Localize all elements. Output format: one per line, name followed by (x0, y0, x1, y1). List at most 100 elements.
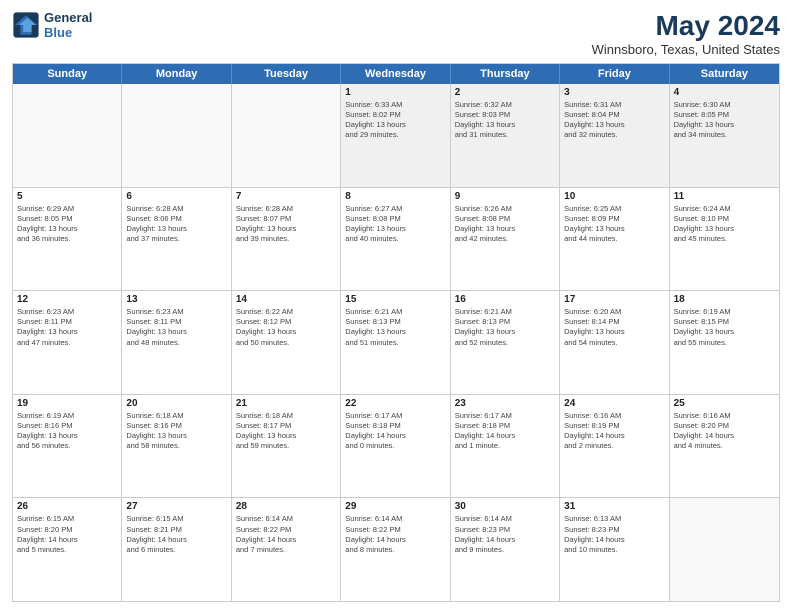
cell-info: Sunrise: 6:17 AM Sunset: 8:18 PM Dayligh… (345, 411, 445, 452)
calendar-cell: 17Sunrise: 6:20 AM Sunset: 8:14 PM Dayli… (560, 291, 669, 394)
day-number: 27 (126, 501, 226, 512)
calendar-cell: 21 Sunrise: 6:18 AM Sunset: 8:17 PM Dayli… (232, 395, 341, 498)
day-number: 29 (345, 501, 445, 512)
calendar-cell: 24 Sunrise: 6:16 AM Sunset: 8:19 PM Dayli… (560, 395, 669, 498)
subtitle: Winnsboro, Texas, United States (592, 42, 780, 57)
cell-info: Sunrise: 6:22 AM Sunset: 8:12 PM Dayligh… (236, 307, 336, 348)
main-title: May 2024 (592, 10, 780, 42)
cell-info: Sunrise: 6:33 AM Sunset: 8:02 PM Dayligh… (345, 100, 445, 141)
cell-info: Sunrise: 6:16 AM Sunset: 8:19 PM Dayligh… (564, 411, 664, 452)
cell-info: Sunrise: 6:19 AM Sunset: 8:16 PM Dayligh… (17, 411, 117, 452)
cell-info: Sunrise: 6:18 AM Sunset: 8:16 PM Dayligh… (126, 411, 226, 452)
header-day-thursday: Thursday (451, 64, 560, 84)
day-number: 18 (674, 294, 775, 305)
calendar-cell: 14 Sunrise: 6:22 AM Sunset: 8:12 PM Dayli… (232, 291, 341, 394)
cell-info: Sunrise: 6:30 AM Sunset: 8:05 PM Dayligh… (674, 100, 775, 141)
day-number: 21 (236, 398, 336, 409)
calendar-cell (232, 84, 341, 187)
calendar-cell: 30 Sunrise: 6:14 AM Sunset: 8:23 PM Dayli… (451, 498, 560, 601)
calendar-row-4: 19 Sunrise: 6:19 AM Sunset: 8:16 PM Dayli… (13, 395, 779, 499)
calendar-row-2: 5Sunrise: 6:29 AM Sunset: 8:05 PM Daylig… (13, 188, 779, 292)
day-number: 2 (455, 87, 555, 98)
logo-text: General Blue (44, 10, 92, 40)
cell-info: Sunrise: 6:23 AM Sunset: 8:11 PM Dayligh… (17, 307, 117, 348)
day-number: 6 (126, 191, 226, 202)
day-number: 19 (17, 398, 117, 409)
cell-info: Sunrise: 6:28 AM Sunset: 8:07 PM Dayligh… (236, 204, 336, 245)
day-number: 26 (17, 501, 117, 512)
cell-info: Sunrise: 6:14 AM Sunset: 8:23 PM Dayligh… (455, 514, 555, 555)
calendar-cell (122, 84, 231, 187)
calendar-cell: 19 Sunrise: 6:19 AM Sunset: 8:16 PM Dayli… (13, 395, 122, 498)
calendar-cell: 6 Sunrise: 6:28 AM Sunset: 8:06 PM Daylig… (122, 188, 231, 291)
cell-info: Sunrise: 6:21 AM Sunset: 8:13 PM Dayligh… (455, 307, 555, 348)
calendar-cell (13, 84, 122, 187)
calendar-cell: 15 Sunrise: 6:21 AM Sunset: 8:13 PM Dayli… (341, 291, 450, 394)
day-number: 22 (345, 398, 445, 409)
cell-info: Sunrise: 6:25 AM Sunset: 8:09 PM Dayligh… (564, 204, 664, 245)
day-number: 1 (345, 87, 445, 98)
day-number: 4 (674, 87, 775, 98)
header-day-monday: Monday (122, 64, 231, 84)
calendar-cell: 12 Sunrise: 6:23 AM Sunset: 8:11 PM Dayli… (13, 291, 122, 394)
calendar-cell (670, 498, 779, 601)
calendar-row-5: 26 Sunrise: 6:15 AM Sunset: 8:20 PM Dayli… (13, 498, 779, 601)
header-day-tuesday: Tuesday (232, 64, 341, 84)
calendar-cell: 18Sunrise: 6:19 AM Sunset: 8:15 PM Dayli… (670, 291, 779, 394)
calendar-cell: 7 Sunrise: 6:28 AM Sunset: 8:07 PM Daylig… (232, 188, 341, 291)
calendar-cell: 27Sunrise: 6:15 AM Sunset: 8:21 PM Dayli… (122, 498, 231, 601)
cell-info: Sunrise: 6:21 AM Sunset: 8:13 PM Dayligh… (345, 307, 445, 348)
calendar-cell: 31Sunrise: 6:13 AM Sunset: 8:23 PM Dayli… (560, 498, 669, 601)
cell-info: Sunrise: 6:18 AM Sunset: 8:17 PM Dayligh… (236, 411, 336, 452)
day-number: 8 (345, 191, 445, 202)
cell-info: Sunrise: 6:15 AM Sunset: 8:20 PM Dayligh… (17, 514, 117, 555)
cell-info: Sunrise: 6:20 AM Sunset: 8:14 PM Dayligh… (564, 307, 664, 348)
header: General Blue May 2024 Winnsboro, Texas, … (12, 10, 780, 57)
calendar-header: SundayMondayTuesdayWednesdayThursdayFrid… (13, 64, 779, 84)
cell-info: Sunrise: 6:29 AM Sunset: 8:05 PM Dayligh… (17, 204, 117, 245)
day-number: 12 (17, 294, 117, 305)
calendar-cell: 11Sunrise: 6:24 AM Sunset: 8:10 PM Dayli… (670, 188, 779, 291)
logo: General Blue (12, 10, 92, 40)
calendar-cell: 10Sunrise: 6:25 AM Sunset: 8:09 PM Dayli… (560, 188, 669, 291)
calendar-cell: 5Sunrise: 6:29 AM Sunset: 8:05 PM Daylig… (13, 188, 122, 291)
logo-icon (12, 11, 40, 39)
cell-info: Sunrise: 6:24 AM Sunset: 8:10 PM Dayligh… (674, 204, 775, 245)
header-day-sunday: Sunday (13, 64, 122, 84)
header-day-friday: Friday (560, 64, 669, 84)
calendar-cell: 28Sunrise: 6:14 AM Sunset: 8:22 PM Dayli… (232, 498, 341, 601)
calendar-body: 1 Sunrise: 6:33 AM Sunset: 8:02 PM Daylig… (13, 84, 779, 601)
calendar-cell: 16 Sunrise: 6:21 AM Sunset: 8:13 PM Dayli… (451, 291, 560, 394)
calendar-cell: 22 Sunrise: 6:17 AM Sunset: 8:18 PM Dayli… (341, 395, 450, 498)
day-number: 20 (126, 398, 226, 409)
page: General Blue May 2024 Winnsboro, Texas, … (0, 0, 792, 612)
calendar-cell: 13 Sunrise: 6:23 AM Sunset: 8:11 PM Dayli… (122, 291, 231, 394)
calendar-row-3: 12 Sunrise: 6:23 AM Sunset: 8:11 PM Dayli… (13, 291, 779, 395)
calendar-cell: 26 Sunrise: 6:15 AM Sunset: 8:20 PM Dayli… (13, 498, 122, 601)
day-number: 13 (126, 294, 226, 305)
title-section: May 2024 Winnsboro, Texas, United States (592, 10, 780, 57)
day-number: 15 (345, 294, 445, 305)
cell-info: Sunrise: 6:28 AM Sunset: 8:06 PM Dayligh… (126, 204, 226, 245)
calendar-cell: 2 Sunrise: 6:32 AM Sunset: 8:03 PM Daylig… (451, 84, 560, 187)
calendar-cell: 23Sunrise: 6:17 AM Sunset: 8:18 PM Dayli… (451, 395, 560, 498)
calendar-cell: 4 Sunrise: 6:30 AM Sunset: 8:05 PM Daylig… (670, 84, 779, 187)
day-number: 7 (236, 191, 336, 202)
calendar-cell: 1 Sunrise: 6:33 AM Sunset: 8:02 PM Daylig… (341, 84, 450, 187)
calendar-cell: 9Sunrise: 6:26 AM Sunset: 8:08 PM Daylig… (451, 188, 560, 291)
cell-info: Sunrise: 6:23 AM Sunset: 8:11 PM Dayligh… (126, 307, 226, 348)
cell-info: Sunrise: 6:16 AM Sunset: 8:20 PM Dayligh… (674, 411, 775, 452)
day-number: 16 (455, 294, 555, 305)
cell-info: Sunrise: 6:32 AM Sunset: 8:03 PM Dayligh… (455, 100, 555, 141)
day-number: 30 (455, 501, 555, 512)
calendar-cell: 25 Sunrise: 6:16 AM Sunset: 8:20 PM Dayli… (670, 395, 779, 498)
calendar-cell: 29 Sunrise: 6:14 AM Sunset: 8:22 PM Dayli… (341, 498, 450, 601)
day-number: 14 (236, 294, 336, 305)
cell-info: Sunrise: 6:13 AM Sunset: 8:23 PM Dayligh… (564, 514, 664, 555)
day-number: 3 (564, 87, 664, 98)
cell-info: Sunrise: 6:14 AM Sunset: 8:22 PM Dayligh… (236, 514, 336, 555)
cell-info: Sunrise: 6:14 AM Sunset: 8:22 PM Dayligh… (345, 514, 445, 555)
day-number: 25 (674, 398, 775, 409)
header-day-saturday: Saturday (670, 64, 779, 84)
day-number: 24 (564, 398, 664, 409)
